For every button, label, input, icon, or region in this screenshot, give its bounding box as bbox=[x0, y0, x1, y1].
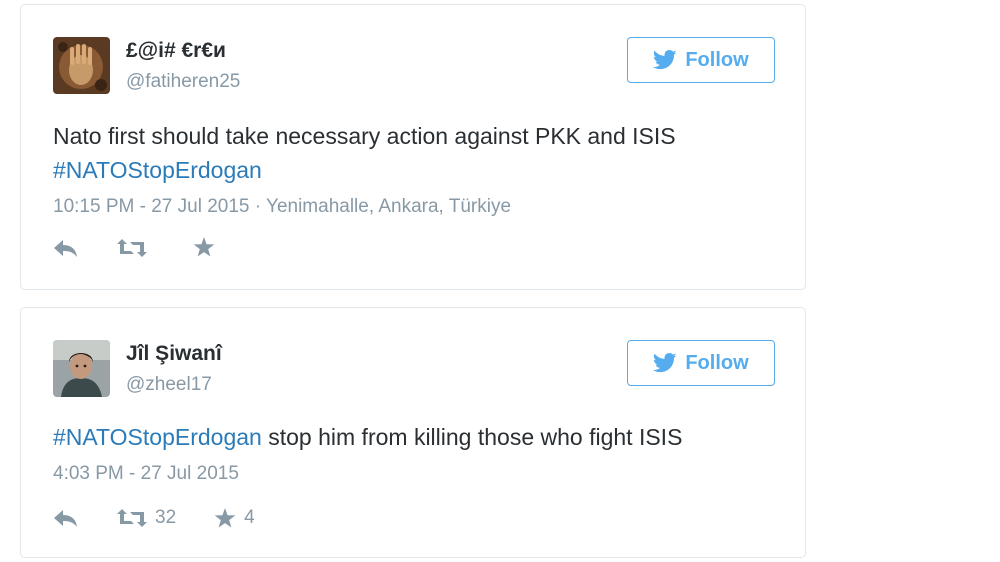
hashtag-link[interactable]: #NATOStopErdogan bbox=[53, 424, 262, 450]
avatar[interactable] bbox=[53, 340, 110, 397]
hashtag-link[interactable]: #NATOStopErdogan bbox=[53, 157, 262, 183]
favorite-star-icon bbox=[214, 507, 236, 527]
tweet-card: £@i# €r€и @fatiheren25 Follow Nato first… bbox=[20, 4, 806, 290]
favorite-button[interactable]: 4 bbox=[214, 507, 255, 529]
favorite-count: 4 bbox=[244, 507, 255, 528]
timestamp[interactable]: 10:15 PM - 27 Jul 2015 bbox=[53, 196, 249, 217]
retweet-button[interactable] bbox=[117, 238, 155, 258]
tweet-metadata: 10:15 PM - 27 Jul 2015 · Yenimahalle, An… bbox=[53, 196, 511, 218]
follow-button[interactable]: Follow bbox=[627, 340, 775, 386]
retweet-button[interactable]: 32 bbox=[117, 507, 176, 529]
tweet-text: #NATOStopErdogan stop him from killing t… bbox=[53, 420, 773, 454]
retweet-count: 32 bbox=[155, 507, 177, 528]
tweet-text: Nato first should take necessary action … bbox=[53, 119, 773, 187]
favorite-star-icon bbox=[193, 237, 215, 257]
favorite-button[interactable] bbox=[193, 237, 223, 258]
tweet-card: Jîl Şiwanî @zheel17 Follow #NATOStopErdo… bbox=[20, 307, 806, 558]
follow-label: Follow bbox=[685, 48, 749, 71]
tweet-text-body: Nato first should take necessary action … bbox=[53, 123, 676, 149]
display-name[interactable]: £@i# €r€и bbox=[126, 39, 226, 63]
meta-separator: · bbox=[254, 196, 267, 217]
bird-icon bbox=[653, 353, 677, 373]
timestamp[interactable]: 4:03 PM - 27 Jul 2015 bbox=[53, 463, 239, 484]
reply-button[interactable] bbox=[53, 238, 79, 258]
username[interactable]: @fatiheren25 bbox=[126, 71, 240, 93]
display-name[interactable]: Jîl Şiwanî bbox=[126, 342, 222, 366]
follow-label: Follow bbox=[685, 351, 749, 374]
username[interactable]: @zheel17 bbox=[126, 374, 212, 396]
avatar[interactable] bbox=[53, 37, 110, 94]
tweet-actions: 32 4 bbox=[53, 507, 293, 529]
reply-icon bbox=[54, 239, 77, 257]
retweet-icon bbox=[117, 509, 147, 527]
follow-button[interactable]: Follow bbox=[627, 37, 775, 83]
reply-icon bbox=[54, 510, 77, 527]
location[interactable]: Yenimahalle, Ankara, Türkiye bbox=[266, 196, 511, 217]
tweet-metadata: 4:03 PM - 27 Jul 2015 bbox=[53, 463, 239, 485]
retweet-icon bbox=[117, 238, 147, 257]
reply-button[interactable] bbox=[53, 508, 79, 528]
tweet-text-body: stop him from killing those who fight IS… bbox=[268, 424, 683, 450]
tweet-actions bbox=[53, 237, 261, 258]
bird-icon bbox=[653, 50, 677, 70]
